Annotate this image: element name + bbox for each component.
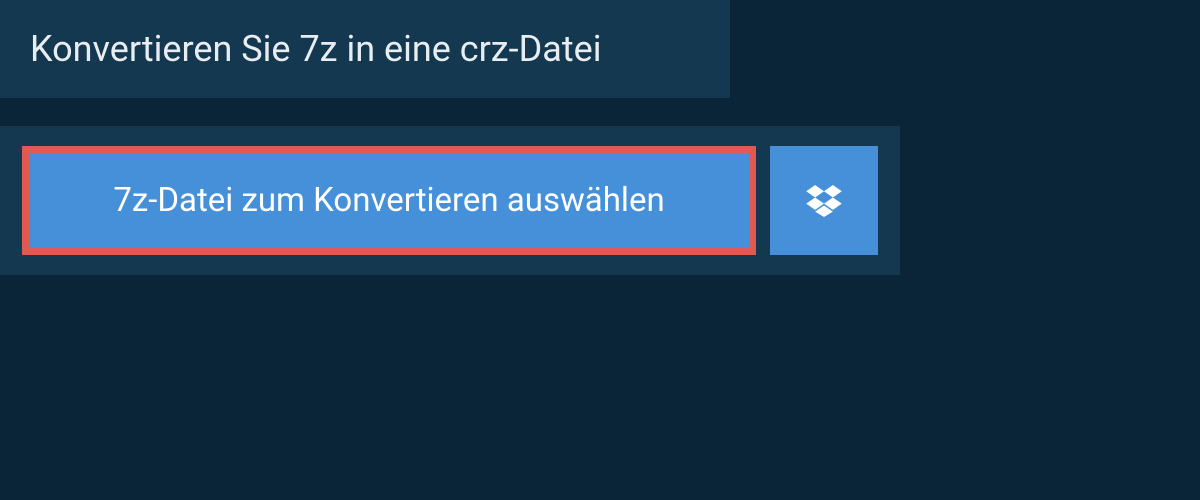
select-file-label: 7z-Datei zum Konvertieren auswählen bbox=[113, 181, 664, 220]
dropbox-button[interactable] bbox=[770, 146, 878, 255]
dropbox-icon bbox=[806, 185, 842, 217]
action-container: 7z-Datei zum Konvertieren auswählen bbox=[0, 126, 900, 275]
header-bar: Konvertieren Sie 7z in eine crz-Datei bbox=[0, 0, 730, 98]
select-file-button[interactable]: 7z-Datei zum Konvertieren auswählen bbox=[22, 146, 756, 255]
page-title: Konvertieren Sie 7z in eine crz-Datei bbox=[30, 28, 700, 70]
